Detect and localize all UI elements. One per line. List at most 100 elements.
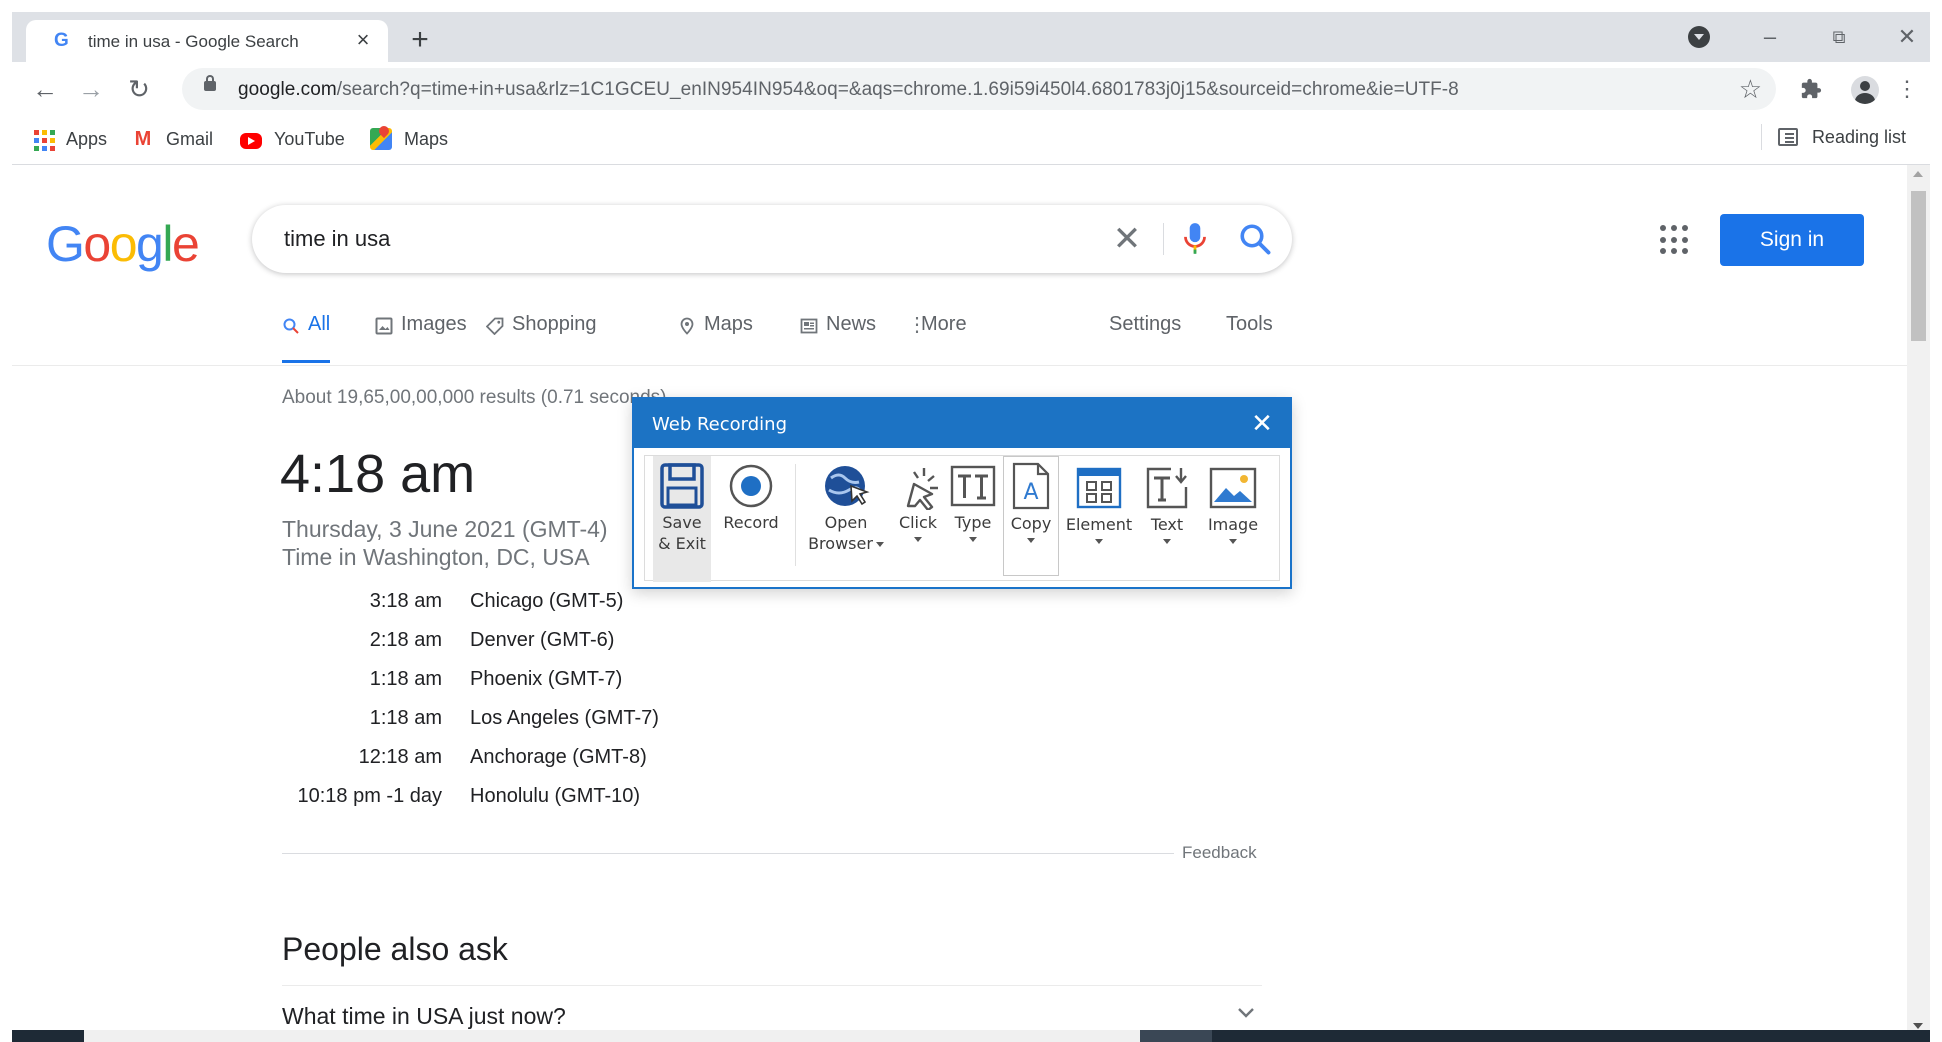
record-button[interactable]: Record	[715, 456, 787, 582]
apps-icon	[32, 128, 55, 151]
settings-link[interactable]: Settings	[1109, 313, 1181, 353]
bookmark-apps[interactable]: Apps	[32, 126, 107, 152]
microphone-icon[interactable]	[1182, 221, 1208, 257]
forward-icon[interactable]: →	[74, 72, 108, 106]
scroll-down-icon[interactable]	[1913, 1023, 1923, 1029]
copy-button[interactable]: A Copy	[1003, 456, 1059, 576]
reading-list-button[interactable]: Reading list	[1760, 124, 1906, 150]
bookmarks-bar: Apps M Gmail YouTube Maps Reading list	[12, 116, 1930, 165]
tag-icon	[486, 317, 504, 335]
tab-images[interactable]: Images	[375, 313, 467, 353]
extensions-icon[interactable]	[1794, 72, 1828, 106]
tab-news[interactable]: News	[800, 313, 876, 353]
url-text[interactable]: google.com/search?q=time+in+usa&rlz=1C1G…	[238, 79, 1459, 101]
search-small-icon	[283, 318, 299, 334]
tools-label: Tools	[1226, 313, 1273, 335]
dropdown-caret-icon	[1229, 539, 1237, 544]
element-button[interactable]: Element	[1063, 456, 1135, 584]
reload-icon[interactable]: ↻	[122, 72, 156, 106]
minimize-icon[interactable]: –	[1755, 22, 1785, 52]
feedback-link[interactable]: Feedback	[1182, 843, 1257, 863]
type-icon	[950, 465, 996, 507]
close-window-icon[interactable]: ✕	[1892, 22, 1922, 52]
click-button[interactable]: Click	[891, 456, 945, 582]
browser-toolbar: ← → ↻ google.com/search?q=time+in+usa&rl…	[12, 62, 1930, 116]
divider	[795, 464, 796, 566]
settings-label: Settings	[1109, 313, 1182, 335]
date-location: Thursday, 3 June 2021 (GMT-4) Time in Wa…	[282, 515, 608, 571]
divider	[1163, 223, 1164, 255]
profile-avatar[interactable]	[1851, 76, 1879, 104]
web-recording-title: Web Recording	[652, 414, 787, 435]
back-icon[interactable]: ←	[28, 72, 62, 106]
tab-shopping[interactable]: Shopping	[486, 313, 597, 353]
lock-icon[interactable]	[204, 75, 216, 91]
type-button[interactable]: Type	[947, 456, 999, 582]
tools-link[interactable]: Tools	[1226, 313, 1273, 353]
web-recording-close-icon[interactable]: ✕	[1248, 409, 1276, 437]
divider	[282, 985, 1262, 986]
chevron-down-icon[interactable]	[1234, 1001, 1258, 1025]
address-bar[interactable]: google.com/search?q=time+in+usa&rlz=1C1G…	[182, 68, 1776, 110]
open-browser-button[interactable]: Open Browser	[805, 456, 887, 582]
tab-label: Images	[401, 313, 467, 335]
vertical-scrollbar[interactable]	[1907, 165, 1930, 1035]
dropdown-caret-icon	[1027, 538, 1035, 543]
results-count: About 19,65,00,00,000 results (0.71 seco…	[282, 387, 667, 408]
new-tab-button[interactable]: +	[406, 25, 434, 55]
tab-all[interactable]: All	[282, 313, 331, 363]
taskbar	[12, 1030, 1930, 1042]
maps-icon	[370, 128, 392, 150]
tab-search-icon[interactable]	[1688, 26, 1710, 48]
image-icon	[1209, 467, 1257, 509]
restore-icon[interactable]: ⧉	[1824, 22, 1854, 52]
chrome-menu-icon[interactable]: ⋮	[1890, 72, 1924, 106]
button-label: Record	[723, 513, 779, 532]
browser-tab[interactable]: G time in usa - Google Search ×	[26, 20, 388, 62]
gmail-icon: M	[134, 128, 152, 150]
google-apps-icon[interactable]	[1660, 225, 1690, 255]
text-icon	[1146, 467, 1188, 509]
bookmark-star-icon[interactable]: ☆	[1739, 73, 1762, 105]
button-label: Copy	[1010, 514, 1052, 533]
tab-close-icon[interactable]: ×	[350, 27, 376, 53]
scroll-up-icon[interactable]	[1913, 171, 1923, 177]
bookmark-maps[interactable]: Maps	[370, 126, 448, 152]
row-city: Honolulu (GMT-10)	[470, 785, 641, 807]
row-time: 12:18 am	[358, 746, 442, 768]
tab-label: Maps	[704, 313, 753, 335]
button-label: Click	[898, 513, 938, 532]
search-box[interactable]: time in usa ✕	[252, 205, 1292, 273]
row-time: 1:18 am	[369, 668, 442, 690]
tab-label: More	[921, 313, 967, 335]
dropdown-caret-icon	[1095, 539, 1103, 544]
image-icon	[375, 317, 393, 335]
google-logo[interactable]: Google	[46, 215, 200, 273]
bookmark-youtube[interactable]: YouTube	[240, 126, 345, 152]
paa-question[interactable]: What time in USA just now?	[282, 1003, 566, 1030]
clear-search-icon[interactable]: ✕	[1107, 219, 1147, 259]
tab-title: time in usa - Google Search	[88, 32, 299, 51]
image-button[interactable]: Image	[1199, 456, 1267, 584]
date-line: Thursday, 3 June 2021 (GMT-4)	[282, 516, 608, 542]
button-label: Open Browser	[805, 512, 887, 554]
logo-letter: e	[171, 216, 200, 272]
button-label: Type	[954, 513, 992, 532]
web-recording-titlebar[interactable]: Web Recording ✕	[634, 399, 1290, 448]
tab-maps[interactable]: Maps	[678, 313, 753, 353]
bookmark-label: Apps	[66, 128, 108, 149]
bookmark-gmail[interactable]: M Gmail	[132, 126, 213, 152]
text-button[interactable]: Text	[1139, 456, 1195, 584]
divider	[282, 853, 1174, 854]
tab-label: Shopping	[512, 313, 597, 335]
scrollbar-thumb[interactable]	[1911, 191, 1926, 341]
search-icon[interactable]	[1237, 221, 1273, 257]
google-favicon-icon: G	[54, 30, 69, 51]
save-exit-button[interactable]: Save & Exit	[653, 456, 711, 582]
logo-letter: G	[46, 216, 85, 272]
current-time: 4:18 am	[280, 444, 476, 504]
divider	[1760, 124, 1762, 150]
sign-in-button[interactable]: Sign in	[1720, 214, 1864, 266]
search-input[interactable]: time in usa	[284, 226, 390, 252]
tab-more[interactable]: ⋮ More	[907, 313, 967, 353]
